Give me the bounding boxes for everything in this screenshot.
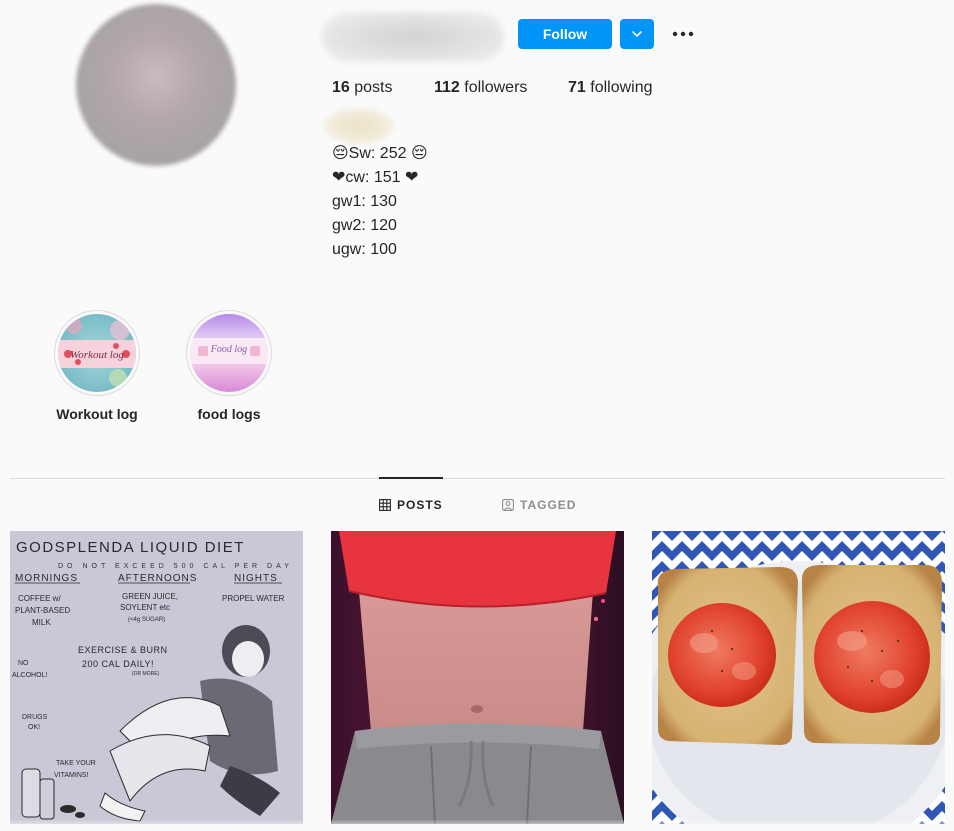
tabs-divider: [10, 478, 945, 479]
highlight-workout-log[interactable]: Workout log Workout log: [47, 310, 147, 422]
post-thumbnail-1[interactable]: GODSPLENDA LIQUID DIET DO NOT EXCEED 500…: [10, 531, 303, 824]
poster-text: MILK: [32, 618, 51, 627]
poster-text: (OR MORE): [132, 671, 160, 677]
post-image: [652, 531, 945, 824]
posts-count: 16 posts: [332, 79, 393, 96]
tab-tagged[interactable]: TAGGED: [502, 498, 576, 512]
bio-line: gw2: 120: [332, 217, 397, 234]
active-tab-indicator: [379, 477, 443, 479]
grid-icon: [379, 499, 391, 511]
followers-link[interactable]: 112 followers: [434, 79, 527, 97]
poster-text: COFFEE w/: [18, 594, 61, 603]
highlight-label: Workout log: [56, 406, 138, 422]
poster-text: TAKE YOUR: [56, 760, 96, 767]
profile-avatar[interactable]: [76, 4, 236, 166]
poster-text: ALCOHOL!: [12, 672, 47, 679]
suggested-dropdown-button[interactable]: [620, 19, 654, 49]
poster-text: (<4g SUGAR): [128, 617, 165, 623]
post-thumbnail-3[interactable]: [652, 531, 945, 824]
highlight-label: food logs: [197, 406, 261, 422]
highlight-ring[interactable]: Workout log: [54, 310, 140, 396]
following-link[interactable]: 71 following: [568, 79, 653, 97]
ellipsis-icon: [672, 31, 694, 37]
chevron-down-icon: [632, 31, 642, 37]
poster-text: PROPEL WATER: [222, 594, 285, 603]
poster-text: VITAMINS!: [54, 772, 89, 779]
post-thumbnail-2[interactable]: [331, 531, 624, 824]
bio-line: ugw: 100: [332, 241, 397, 258]
post-image: GODSPLENDA LIQUID DIET DO NOT EXCEED 500…: [10, 531, 303, 824]
more-options-button[interactable]: [668, 22, 698, 46]
poster-text: PLANT-BASED: [15, 606, 70, 615]
username-redacted: [322, 12, 504, 62]
tab-posts[interactable]: POSTS: [379, 498, 443, 512]
poster-text: DRUGS: [22, 714, 48, 721]
poster-title: GODSPLENDA LIQUID DIET: [16, 539, 245, 556]
poster-subtitle: DO NOT EXCEED 500 CAL PER DAY: [58, 563, 293, 570]
highlight-cover: Workout log: [58, 314, 136, 392]
highlight-cover-text: Workout log: [70, 349, 124, 361]
poster-text: NO: [18, 660, 29, 667]
poster-text: AFTERNOONS: [118, 573, 197, 584]
poster-text: MORNINGS: [15, 573, 78, 584]
tab-label: POSTS: [397, 498, 443, 512]
profile-bio: 😔Sw: 252 😔 ❤cw: 151 ❤ gw1: 130 gw2: 120 …: [332, 142, 428, 262]
display-name-redacted: [324, 108, 394, 144]
poster-text: GREEN JUICE,: [122, 592, 178, 601]
highlight-cover-text: Food log: [210, 344, 247, 355]
post-image: [331, 531, 624, 824]
highlight-food-logs[interactable]: Food log food logs: [179, 310, 279, 422]
poster-text: OK!: [28, 724, 40, 731]
bio-line: ❤cw: 151 ❤: [332, 169, 419, 186]
poster-text: 200 CAL DAILY!: [82, 659, 154, 669]
poster-text: SOYLENT etc: [120, 603, 170, 612]
highlight-cover: Food log: [190, 314, 268, 392]
scroll-fade: [0, 820, 954, 831]
poster-text: NIGHTS: [234, 573, 278, 584]
highlight-ring[interactable]: Food log: [186, 310, 272, 396]
tag-icon: [502, 499, 514, 511]
bio-line: gw1: 130: [332, 193, 397, 210]
bio-line: 😔Sw: 252 😔: [332, 145, 428, 162]
poster-text: EXERCISE & BURN: [78, 645, 168, 655]
tab-label: TAGGED: [520, 498, 577, 512]
follow-button[interactable]: Follow: [518, 19, 612, 49]
